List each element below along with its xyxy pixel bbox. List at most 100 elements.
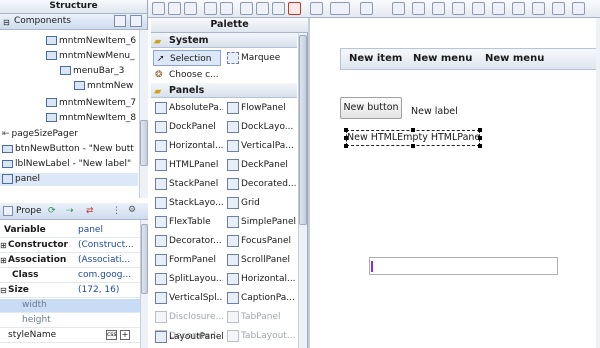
resize-handle[interactable] xyxy=(344,128,348,132)
palette-item[interactable]: AbsolutePa... xyxy=(153,100,223,116)
menu-icon[interactable]: ⋮ xyxy=(112,206,121,216)
resize-handle[interactable] xyxy=(411,128,415,132)
collapse-icon[interactable]: ⊟ xyxy=(0,284,7,297)
tree-item[interactable]: menuBar_3 xyxy=(60,65,124,78)
tree-item[interactable]: mntmNewMenu_ xyxy=(46,50,135,63)
property-row[interactable]: styleName css + xyxy=(0,329,140,343)
filter-icon[interactable]: ⚙ xyxy=(128,205,136,215)
palette-item[interactable]: HTMLPanel xyxy=(153,157,223,173)
tree-item[interactable]: mntmNewItem_7 xyxy=(46,97,136,110)
palette-item-marquee[interactable]: Marquee xyxy=(225,50,297,66)
align-icon[interactable] xyxy=(360,2,373,15)
property-row[interactable]: ⊞ Association (Associati... xyxy=(0,254,140,268)
design-canvas[interactable]: New item New menu New menu New button Ne… xyxy=(310,18,600,348)
palette-item[interactable]: StackPanel xyxy=(153,176,223,192)
property-row[interactable]: Variable panel xyxy=(0,224,140,238)
palette-item[interactable]: SimplePanel xyxy=(225,214,297,230)
palette-item[interactable]: LayoutPanel xyxy=(153,329,223,345)
align-top-icon[interactable] xyxy=(452,2,465,15)
menu-item-new-menu-2[interactable]: New menu xyxy=(485,53,544,64)
expand-all-icon[interactable] xyxy=(114,15,126,27)
tree-item[interactable]: btnNewButton - "New butt xyxy=(2,143,134,156)
palette-item[interactable]: TabPanel xyxy=(225,309,297,325)
menu-item-new-item[interactable]: New item xyxy=(349,53,402,64)
css-edit-icon[interactable]: css xyxy=(106,330,117,340)
property-row[interactable]: ⊞ Constructor (Construct... xyxy=(0,239,140,253)
palette-scrollbar[interactable] xyxy=(298,33,307,348)
align-right-icon[interactable] xyxy=(432,2,445,15)
preview-icon[interactable] xyxy=(168,2,181,15)
palette-item[interactable]: DeckPanel xyxy=(225,157,297,173)
palette-item[interactable]: DockLayo... xyxy=(225,119,297,135)
cut-icon[interactable] xyxy=(240,2,253,15)
collapse-all-icon[interactable] xyxy=(130,15,142,27)
palette-item[interactable]: SplitLayou... xyxy=(153,271,223,287)
center-icon[interactable] xyxy=(572,2,585,15)
undo-icon[interactable] xyxy=(204,2,217,15)
palette-item[interactable]: VerticalPa... xyxy=(225,138,297,154)
resize-handle[interactable] xyxy=(478,136,482,140)
properties-scroll-thumb[interactable] xyxy=(141,224,148,294)
tree-item[interactable]: mntmNew xyxy=(74,80,133,93)
properties-scrollbar[interactable] xyxy=(140,220,148,348)
resize-handle[interactable] xyxy=(344,144,348,148)
delete-icon[interactable] xyxy=(288,2,301,15)
show-events-icon[interactable]: ⟳ xyxy=(48,206,56,216)
same-width-icon[interactable] xyxy=(532,2,545,15)
palette-icon[interactable] xyxy=(184,2,197,15)
tree-item[interactable]: mntmNewItem_6 xyxy=(46,35,136,48)
save-icon[interactable] xyxy=(152,2,165,15)
resize-handle[interactable] xyxy=(478,144,482,148)
new-button[interactable]: New button xyxy=(340,97,402,119)
palette-item[interactable]: DockPanel xyxy=(153,119,223,135)
palette-item[interactable]: TabLayout... xyxy=(225,328,297,344)
property-row[interactable]: height xyxy=(0,314,140,328)
paste-icon[interactable] xyxy=(272,2,285,15)
tree-item[interactable]: lblNewLabel - "New label" xyxy=(2,158,131,171)
distribute-icon[interactable] xyxy=(512,2,525,15)
align-left-icon[interactable] xyxy=(392,2,405,15)
palette-item[interactable]: Horizontal... xyxy=(225,271,297,287)
property-row-selected[interactable]: width xyxy=(0,299,140,313)
splitter[interactable] xyxy=(308,18,310,348)
tree-item[interactable]: ⇤ pageSizePager xyxy=(2,128,78,141)
structure-scroll-thumb[interactable] xyxy=(140,120,148,166)
structure-scrollbar[interactable] xyxy=(139,30,148,198)
palette-item[interactable]: FocusPanel xyxy=(225,233,297,249)
add-style-icon[interactable]: + xyxy=(120,330,130,340)
palette-item[interactable]: ScrollPanel xyxy=(225,252,297,268)
tree-item-selected[interactable]: panel xyxy=(0,173,138,186)
resize-handle[interactable] xyxy=(478,128,482,132)
goto-definition-icon[interactable]: ⇢ xyxy=(66,206,74,216)
menu-item-new-menu[interactable]: New menu xyxy=(413,53,472,64)
resize-handle[interactable] xyxy=(411,144,415,148)
redo-icon[interactable] xyxy=(220,2,233,15)
globe-icon[interactable] xyxy=(330,2,350,15)
copy-icon[interactable] xyxy=(256,2,269,15)
align-middle-icon[interactable] xyxy=(472,2,485,15)
new-label[interactable]: New label xyxy=(411,106,458,117)
palette-item[interactable]: FlexTable xyxy=(153,214,223,230)
palette-category-panels[interactable]: ▰ Panels xyxy=(151,83,297,98)
palette-item[interactable]: StackLayo... xyxy=(153,195,223,211)
palette-category-system[interactable]: ▰ System xyxy=(151,33,297,48)
palette-item-selection[interactable]: ➚ Selection xyxy=(153,50,221,66)
tree-item[interactable]: mntmNewItem_8 xyxy=(46,112,136,125)
property-row[interactable]: Class com.goog... xyxy=(0,269,140,283)
convert-icon[interactable]: ⇄ xyxy=(86,206,94,216)
palette-item[interactable]: CaptionPa... xyxy=(225,290,297,306)
palette-item[interactable]: Horizontal... xyxy=(153,138,223,154)
palette-item[interactable]: Grid xyxy=(225,195,297,211)
palette-item[interactable]: Decorated... xyxy=(225,176,297,192)
resize-handle[interactable] xyxy=(344,136,348,140)
align-center-icon[interactable] xyxy=(412,2,425,15)
panel-widget[interactable] xyxy=(369,257,558,275)
align-bottom-icon[interactable] xyxy=(492,2,505,15)
palette-item[interactable]: Decorator... xyxy=(153,233,223,249)
palette-item[interactable]: VerticalSpl... xyxy=(153,290,223,306)
canvas-scrollbar[interactable] xyxy=(596,18,600,348)
expand-icon[interactable]: ⊞ xyxy=(0,239,7,252)
property-row[interactable]: ⊟ Size (172, 16) xyxy=(0,284,140,298)
palette-item-choose[interactable]: ❂ Choose c... xyxy=(153,67,223,83)
menu-bar[interactable]: New item New menu New menu xyxy=(340,48,600,70)
